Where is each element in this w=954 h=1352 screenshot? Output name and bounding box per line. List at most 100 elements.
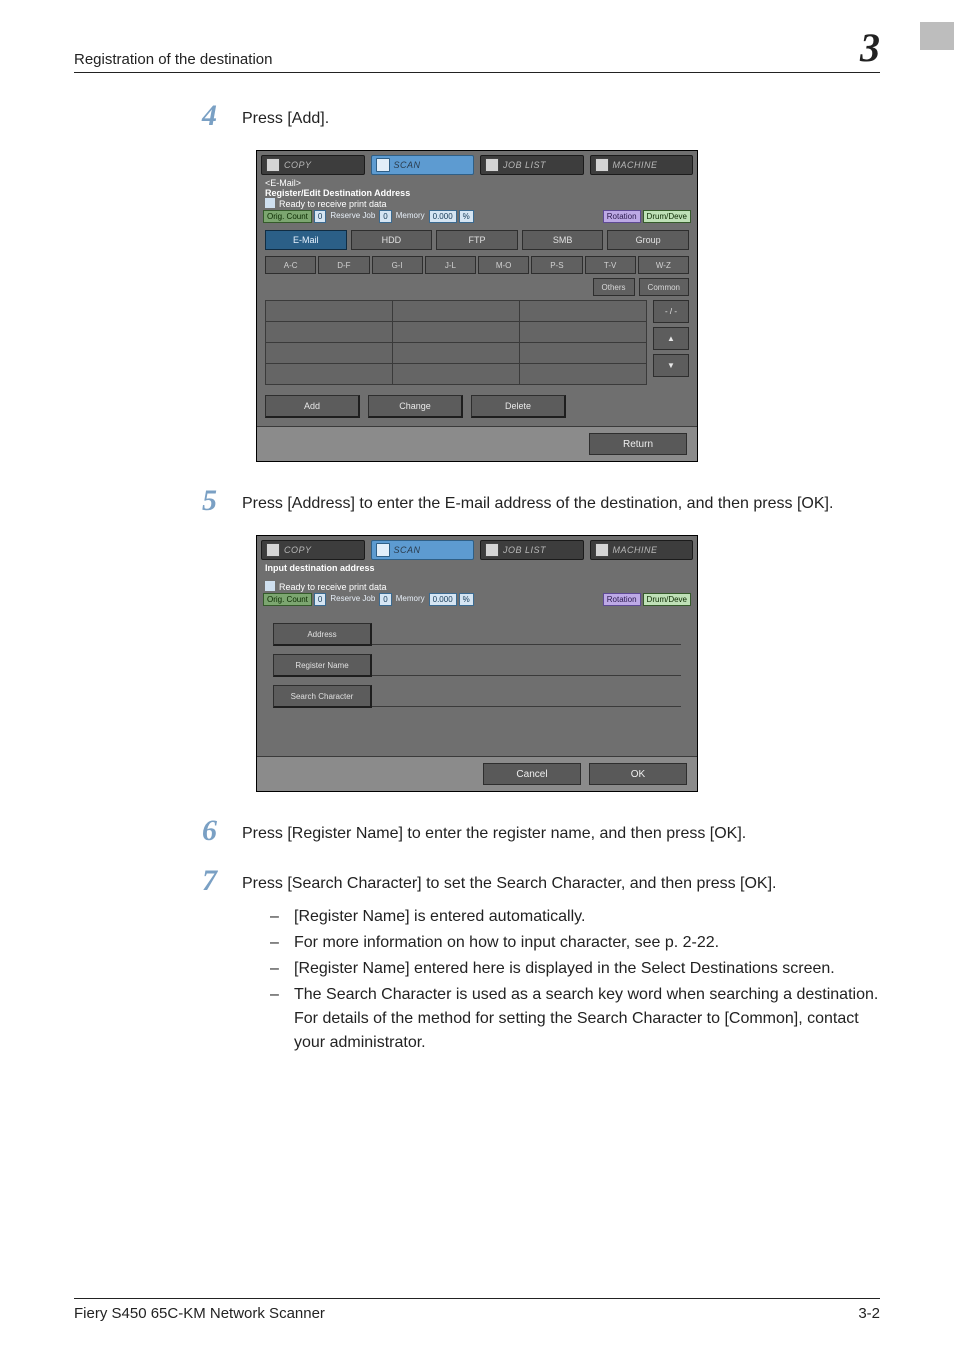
return-button[interactable]: Return xyxy=(589,433,687,455)
search-character-field xyxy=(372,686,681,707)
orig-count-label: Orig. Count xyxy=(263,593,312,606)
list-row[interactable] xyxy=(265,343,647,364)
step-7-text: Press [Search Character] to set the Sear… xyxy=(242,872,880,895)
tab-copy-label: COPY xyxy=(284,160,312,170)
cancel-button[interactable]: Cancel xyxy=(483,763,581,785)
tab-machine-label: MACHINE xyxy=(613,545,658,555)
alpha-ps[interactable]: P-S xyxy=(531,256,582,274)
footer-page: 3-2 xyxy=(858,1305,880,1322)
others-button[interactable]: Others xyxy=(593,278,635,296)
joblist-icon xyxy=(485,543,499,557)
tab-machine[interactable]: MACHINE xyxy=(590,155,694,175)
bullet-2: For more information on how to input cha… xyxy=(270,931,880,955)
alpha-mo[interactable]: M-O xyxy=(478,256,529,274)
reserve-job-val: 0 xyxy=(379,210,391,223)
step-4-text: Press [Add]. xyxy=(242,107,880,130)
screen-title: Input destination address xyxy=(265,563,689,573)
alpha-tv[interactable]: T-V xyxy=(585,256,636,274)
tab-scan[interactable]: SCAN xyxy=(371,540,475,560)
alpha-wz[interactable]: W-Z xyxy=(638,256,689,274)
screen-title-2: Register/Edit Destination Address xyxy=(265,188,689,198)
delete-button[interactable]: Delete xyxy=(471,395,566,418)
status-msg: Ready to receive print data xyxy=(279,199,387,209)
step-5-number: 5 xyxy=(202,486,242,525)
tab-joblist-label: JOB LIST xyxy=(503,545,546,555)
chapter-number: 3 xyxy=(860,28,880,68)
rotation-badge: Rotation xyxy=(603,210,641,223)
alpha-jl[interactable]: J-L xyxy=(425,256,476,274)
alpha-gi[interactable]: G-I xyxy=(372,256,423,274)
joblist-icon xyxy=(485,158,499,172)
register-name-button[interactable]: Register Name xyxy=(273,654,372,677)
memory-val: 0.000 xyxy=(429,593,457,606)
copy-icon xyxy=(266,543,280,557)
step-7: 7 Press [Search Character] to set the Se… xyxy=(202,866,880,1057)
protocol-tabs: E-Mail HDD FTP SMB Group xyxy=(257,224,697,256)
panel-heading: <E-Mail> Register/Edit Destination Addre… xyxy=(257,175,697,209)
tab-copy-label: COPY xyxy=(284,545,312,555)
step-6: 6 Press [Register Name] to enter the reg… xyxy=(202,816,880,855)
step-5-text: Press [Address] to enter the E-mail addr… xyxy=(242,492,880,515)
tab-joblist[interactable]: JOB LIST xyxy=(480,155,584,175)
tab-smb[interactable]: SMB xyxy=(522,230,604,250)
list-row[interactable] xyxy=(265,300,647,322)
scan-icon xyxy=(376,158,390,172)
search-character-button[interactable]: Search Character xyxy=(273,685,372,708)
step-7-bullets: [Register Name] is entered automatically… xyxy=(270,905,880,1055)
side-tab-mark xyxy=(920,22,954,50)
tab-joblist[interactable]: JOB LIST xyxy=(480,540,584,560)
status-msg: Ready to receive print data xyxy=(279,582,387,592)
tab-machine[interactable]: MACHINE xyxy=(590,540,694,560)
memory-pct: % xyxy=(459,593,474,606)
tab-copy[interactable]: COPY xyxy=(261,155,365,175)
orig-count-label: Orig. Count xyxy=(263,210,312,223)
tab-copy[interactable]: COPY xyxy=(261,540,365,560)
orig-count-val: 0 xyxy=(314,210,326,223)
change-button[interactable]: Change xyxy=(368,395,463,418)
step-6-text: Press [Register Name] to enter the regis… xyxy=(242,822,880,845)
tab-email[interactable]: E-Mail xyxy=(265,230,347,250)
tab-hdd[interactable]: HDD xyxy=(351,230,433,250)
tab-group[interactable]: Group xyxy=(607,230,689,250)
alpha-df[interactable]: D-F xyxy=(318,256,369,274)
page-footer: Fiery S450 65C-KM Network Scanner 3-2 xyxy=(74,1298,880,1322)
status-icon xyxy=(265,198,275,208)
machine-icon xyxy=(595,543,609,557)
page-down-button[interactable]: ▼ xyxy=(653,354,689,377)
drum-deve-badge: Drum/Deve xyxy=(643,210,691,223)
reserve-job-label: Reserve Job xyxy=(328,210,377,223)
status-bar: Orig. Count 0 Reserve Job 0 Memory 0.000… xyxy=(257,209,697,224)
header-title: Registration of the destination xyxy=(74,51,272,68)
list-row[interactable] xyxy=(265,322,647,343)
tab-joblist-label: JOB LIST xyxy=(503,160,546,170)
status-bar: Orig. Count 0 Reserve Job 0 Memory 0.000… xyxy=(257,592,697,607)
step-7-number: 7 xyxy=(202,866,242,1057)
list-row[interactable] xyxy=(265,364,647,385)
reserve-job-label: Reserve Job xyxy=(328,593,377,606)
bullet-4: The Search Character is used as a search… xyxy=(270,983,880,1055)
status-icon xyxy=(265,581,275,591)
reserve-job-val: 0 xyxy=(379,593,391,606)
ok-button[interactable]: OK xyxy=(589,763,687,785)
memory-pct: % xyxy=(459,210,474,223)
memory-label: Memory xyxy=(394,210,427,223)
add-button[interactable]: Add xyxy=(265,395,360,418)
orig-count-val: 0 xyxy=(314,593,326,606)
footer-product: Fiery S450 65C-KM Network Scanner xyxy=(74,1305,325,1322)
step-4-number: 4 xyxy=(202,101,242,140)
bullet-1: [Register Name] is entered automatically… xyxy=(270,905,880,929)
alpha-ac[interactable]: A-C xyxy=(265,256,316,274)
panel-top-tabs: COPY SCAN JOB LIST MACHINE xyxy=(257,536,697,560)
page-up-button[interactable]: ▲ xyxy=(653,327,689,350)
tab-ftp[interactable]: FTP xyxy=(436,230,518,250)
step-5: 5 Press [Address] to enter the E-mail ad… xyxy=(202,486,880,525)
machine-icon xyxy=(595,158,609,172)
common-button[interactable]: Common xyxy=(639,278,689,296)
address-button[interactable]: Address xyxy=(273,623,372,646)
tab-scan-label: SCAN xyxy=(394,545,421,555)
printer-panel-2: COPY SCAN JOB LIST MACHINE Input destina… xyxy=(256,535,698,792)
scan-icon xyxy=(376,543,390,557)
alpha-filter: A-C D-F G-I J-L M-O P-S T-V W-Z xyxy=(257,256,697,274)
tab-scan[interactable]: SCAN xyxy=(371,155,475,175)
address-field xyxy=(372,624,681,645)
